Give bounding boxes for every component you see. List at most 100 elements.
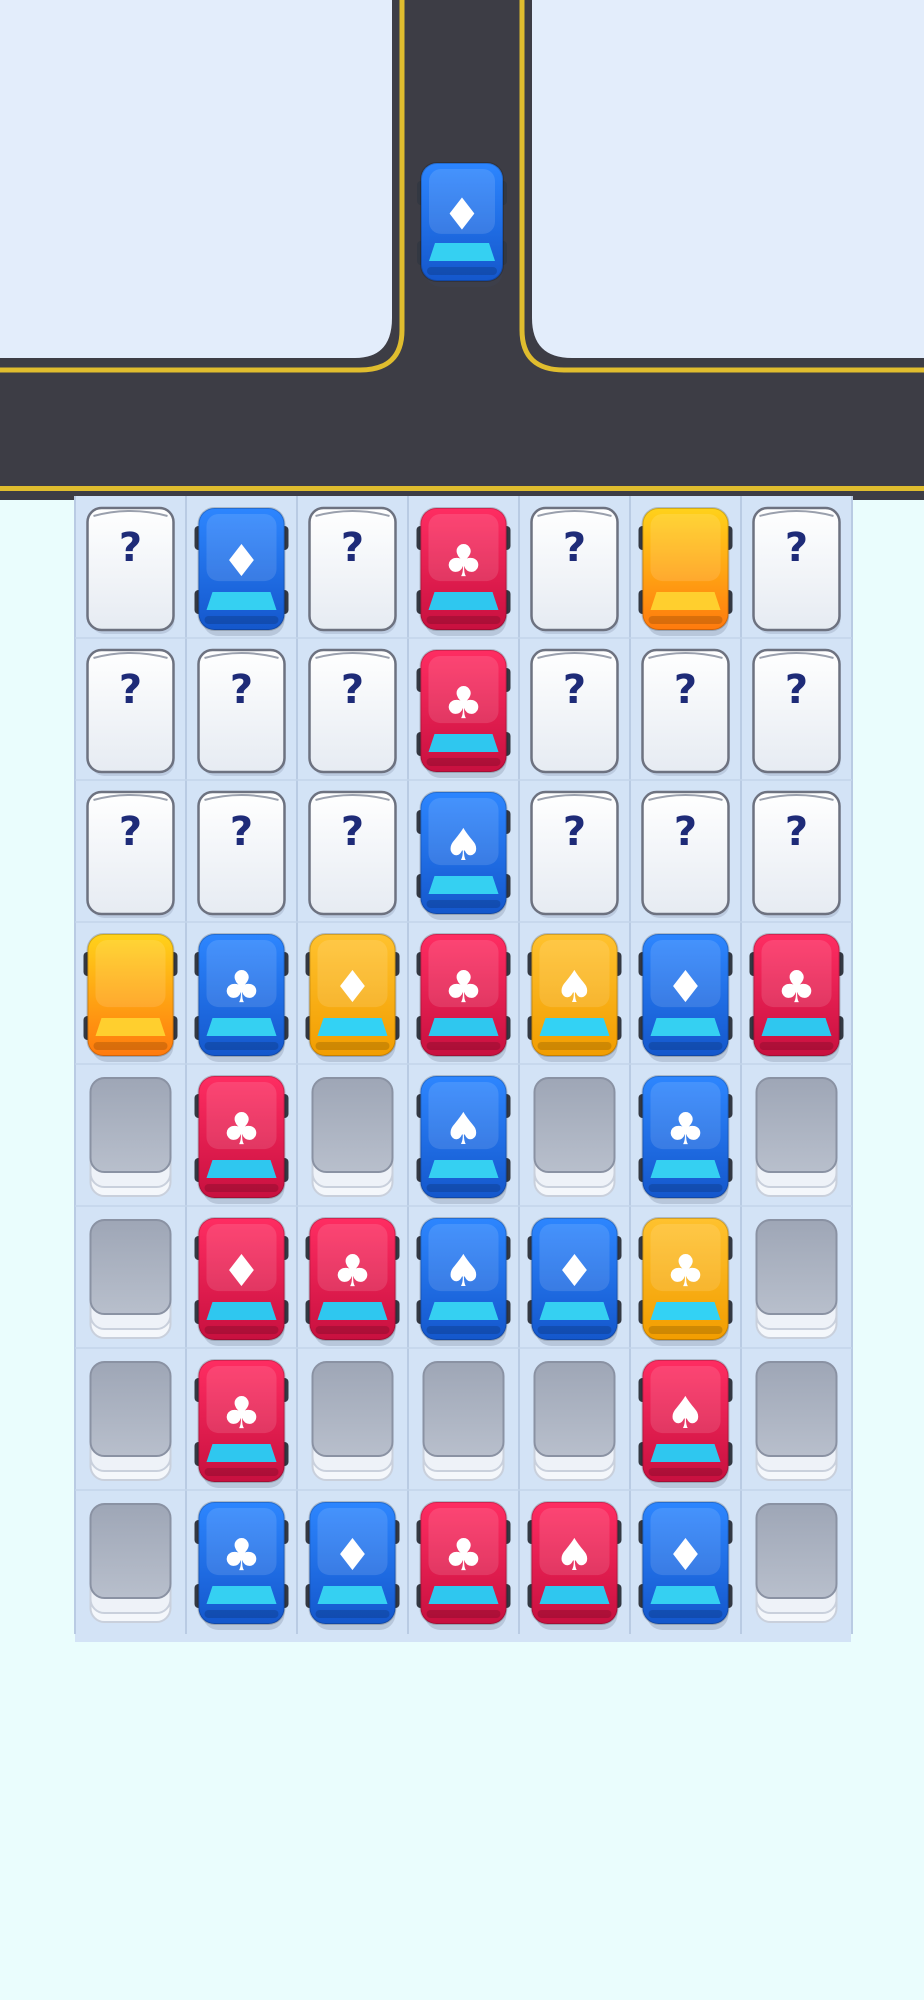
- car-blue-diamond[interactable]: ♦: [194, 507, 289, 636]
- diamond-icon: ♦: [222, 536, 261, 587]
- car-red-club[interactable]: ♣: [416, 507, 511, 636]
- club-icon: ♣: [666, 1246, 705, 1297]
- car-blue-spade[interactable]: ♠: [416, 1217, 511, 1346]
- mystery-car[interactable]: ?: [86, 506, 175, 634]
- question-mark-icon: ?: [785, 809, 808, 855]
- car-bumper: [426, 1610, 501, 1618]
- car-roof: [95, 940, 166, 1008]
- car-red-club[interactable]: ♣: [194, 1075, 289, 1204]
- mystery-car[interactable]: ?: [308, 790, 397, 918]
- car-bumper: [204, 1184, 279, 1192]
- mystery-car[interactable]: ?: [308, 506, 397, 634]
- car-blue-spade[interactable]: ♠: [416, 1075, 511, 1204]
- car-yellow-diamond[interactable]: ♦: [305, 933, 400, 1062]
- car-red-club[interactable]: ♣: [194, 1359, 289, 1488]
- car-windshield: [428, 592, 499, 610]
- stack-plate-top: [533, 1361, 616, 1457]
- car-windshield: [539, 1302, 610, 1320]
- club-icon: ♣: [444, 536, 483, 587]
- spade-icon: ♠: [555, 962, 594, 1013]
- question-mark-icon: ?: [674, 809, 697, 855]
- car-bumper: [204, 1042, 279, 1050]
- question-mark-icon: ?: [563, 667, 586, 713]
- car-red-club[interactable]: ♣: [416, 649, 511, 778]
- car-bumper: [204, 1468, 279, 1476]
- club-icon: ♣: [222, 1530, 261, 1581]
- stack-plate-top: [755, 1219, 838, 1315]
- mystery-car[interactable]: ?: [752, 506, 841, 634]
- car-red-club[interactable]: ♣: [416, 933, 511, 1062]
- car-red-diamond[interactable]: ♦: [194, 1217, 289, 1346]
- road-car-layer: ♦: [417, 162, 507, 287]
- sky-panel-left: [0, 0, 400, 372]
- car-bumper: [648, 1326, 723, 1334]
- car-bumper: [427, 267, 497, 275]
- question-mark-icon: ?: [119, 667, 142, 713]
- mystery-car[interactable]: ?: [530, 506, 619, 634]
- car-windshield: [206, 1160, 277, 1178]
- car-blue-diamond[interactable]: ♦: [305, 1501, 400, 1630]
- question-mark-icon: ?: [119, 809, 142, 855]
- car-bumper: [648, 1184, 723, 1192]
- car-yellow-spade[interactable]: ♠: [527, 933, 622, 1062]
- mystery-car[interactable]: ?: [308, 648, 397, 776]
- car-windshield: [317, 1302, 388, 1320]
- sky-panel-right: [514, 0, 924, 372]
- question-mark-icon: ?: [563, 809, 586, 855]
- car-red-club[interactable]: ♣: [416, 1501, 511, 1630]
- car-blue-club[interactable]: ♣: [638, 1075, 733, 1204]
- car-blue-diamond[interactable]: ♦: [638, 1501, 733, 1630]
- mystery-car[interactable]: ?: [86, 648, 175, 776]
- car-blue-spade[interactable]: ♠: [416, 791, 511, 920]
- mystery-car[interactable]: ?: [641, 648, 730, 776]
- car-orange-none[interactable]: [638, 507, 733, 636]
- car-yellow-club[interactable]: ♣: [638, 1217, 733, 1346]
- car-bumper: [426, 900, 501, 908]
- club-icon: ♣: [222, 1388, 261, 1439]
- car-orange-none[interactable]: [83, 933, 178, 1062]
- car-bumper: [204, 1610, 279, 1618]
- spade-icon: ♠: [444, 1246, 483, 1297]
- mystery-car[interactable]: ?: [752, 790, 841, 918]
- empty-slot-stack: [89, 1361, 172, 1481]
- car-windshield: [539, 1018, 610, 1036]
- club-icon: ♣: [444, 1530, 483, 1581]
- car-bumper: [648, 1610, 723, 1618]
- car-windshield: [206, 1586, 277, 1604]
- car-blue-diamond[interactable]: ♦: [527, 1217, 622, 1346]
- mystery-car[interactable]: ?: [752, 648, 841, 776]
- car-bumper: [315, 1326, 390, 1334]
- mystery-car[interactable]: ?: [530, 790, 619, 918]
- spade-icon: ♠: [666, 1388, 705, 1439]
- mystery-car[interactable]: ?: [197, 648, 286, 776]
- empty-slot-stack: [89, 1503, 172, 1623]
- club-icon: ♣: [666, 1104, 705, 1155]
- diamond-icon: ♦: [333, 962, 372, 1013]
- car-blue-club[interactable]: ♣: [194, 933, 289, 1062]
- stack-plate-top: [755, 1503, 838, 1599]
- car-windshield: [650, 1586, 721, 1604]
- car-red-club[interactable]: ♣: [749, 933, 844, 1062]
- car-windshield: [539, 1586, 610, 1604]
- car-red-club[interactable]: ♣: [305, 1217, 400, 1346]
- club-icon: ♣: [222, 962, 261, 1013]
- question-mark-icon: ?: [785, 525, 808, 571]
- spade-icon: ♠: [444, 1104, 483, 1155]
- mystery-car[interactable]: ?: [641, 790, 730, 918]
- car-blue-club[interactable]: ♣: [194, 1501, 289, 1630]
- car-bumper: [204, 616, 279, 624]
- mystery-car[interactable]: ?: [530, 648, 619, 776]
- stack-plate-top: [533, 1077, 616, 1173]
- mystery-car[interactable]: ?: [86, 790, 175, 918]
- car-windshield: [428, 734, 499, 752]
- car-blue-diamond[interactable]: ♦: [638, 933, 733, 1062]
- car-windshield: [206, 592, 277, 610]
- car-bumper: [537, 1610, 612, 1618]
- road-car-blue-diamond[interactable]: ♦: [417, 162, 507, 287]
- mystery-car[interactable]: ?: [197, 790, 286, 918]
- stack-plate-top: [89, 1503, 172, 1599]
- car-red-spade[interactable]: ♠: [527, 1501, 622, 1630]
- car-red-spade[interactable]: ♠: [638, 1359, 733, 1488]
- question-mark-icon: ?: [674, 667, 697, 713]
- car-windshield: [206, 1018, 277, 1036]
